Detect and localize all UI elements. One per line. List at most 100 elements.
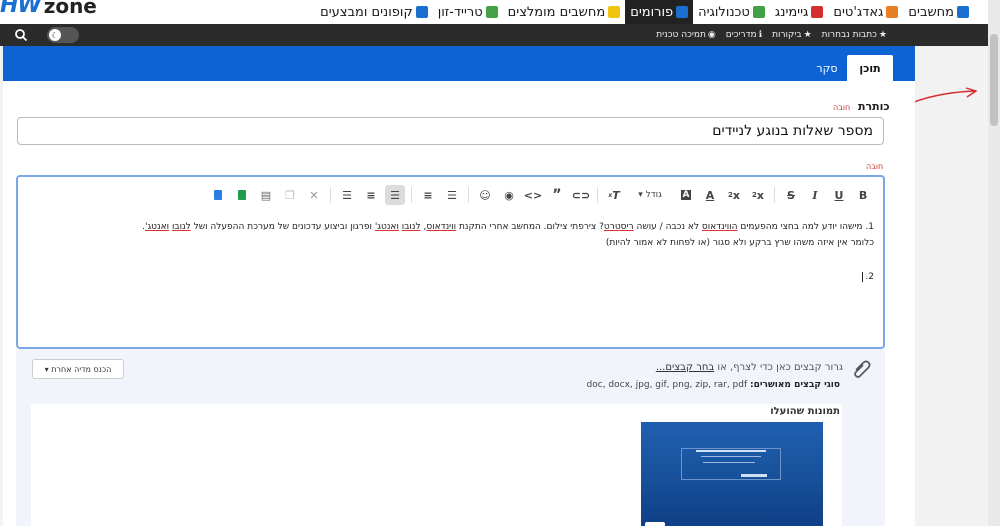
dark-mode-toggle[interactable]: ☾: [47, 27, 79, 43]
nav-item-label: טכנולוגיה: [698, 4, 750, 20]
misspelled-word: ווינדאוס: [426, 222, 457, 232]
bold-button[interactable]: B: [853, 185, 873, 205]
text-color-icon[interactable]: A: [700, 185, 720, 205]
nav-item-0[interactable]: מחשבים: [903, 0, 974, 24]
document-icon[interactable]: [208, 185, 228, 205]
copy-icon[interactable]: ❐: [280, 185, 300, 205]
cut-icon[interactable]: ✕: [304, 185, 324, 205]
subnav-item-2[interactable]: ℹ מדריכים: [721, 30, 767, 40]
text-segment: ופרגון וביצוע עדכונים של מערכת ההפעלה וש…: [190, 222, 375, 232]
misspelled-word: לנובו: [171, 222, 191, 232]
code-icon[interactable]: <>: [523, 185, 543, 205]
top-navigation: מחשבים גאדג'טים גיימינג טכנולוגיה פורומים מחש…: [0, 0, 988, 24]
superscript-button[interactable]: x2: [724, 185, 744, 205]
link-icon[interactable]: ⊂⊃: [571, 185, 591, 205]
text-segment: לא נכבה / עושה: [633, 222, 702, 232]
nav-item-1[interactable]: גאדג'טים: [828, 0, 903, 24]
bullet-list-icon[interactable]: ☰: [442, 185, 462, 205]
misspelled-word: ואנטג': [144, 222, 170, 232]
background-color-icon[interactable]: A: [676, 185, 696, 205]
editor-line-1: 1. מישהו יודע למה בחצי מהפעמים הווינדאוס…: [28, 219, 874, 235]
align-left-icon[interactable]: ☰: [337, 185, 357, 205]
red-arrow-annotation: [913, 87, 978, 103]
paste-icon[interactable]: ▤: [256, 185, 276, 205]
cart-icon: [485, 6, 498, 18]
thumbnail-button: [741, 474, 767, 477]
strikethrough-button[interactable]: S: [781, 185, 801, 205]
toolbar-separator: [774, 187, 775, 203]
editor-content[interactable]: 1. מישהו יודע למה בחצי מהפעמים הווינדאוס…: [28, 219, 874, 285]
nav-item-4[interactable]: פורומים: [625, 0, 694, 24]
insert-media-label: הכנס מדיה אחרת: [51, 364, 112, 374]
quote-icon[interactable]: ”: [547, 185, 567, 205]
gamepad-icon: [811, 6, 824, 18]
allowed-file-types: סוגי קבצים מאושרים: doc, docx, jpg, gif,…: [560, 380, 840, 390]
align-center-icon[interactable]: ≡: [361, 185, 381, 205]
subnav-glyph-icon: ★: [803, 30, 812, 40]
rich-text-editor[interactable]: B U I S x2 x2 A A גודל ▾ Tx ⊂⊃ ” <> ◉ ☺ …: [16, 175, 885, 349]
scrollbar-thumb[interactable]: [990, 34, 998, 126]
thumbnail-corner: [645, 522, 665, 526]
align-right-icon[interactable]: ☰: [385, 185, 405, 205]
subnav-item-1[interactable]: ★ ביקורות: [767, 30, 817, 40]
toolbar-separator: [411, 187, 412, 203]
nav-item-label: מחשבים: [908, 4, 954, 20]
title-label: כותרת: [858, 100, 890, 113]
paperclip-icon: [854, 360, 871, 378]
nav-item-5[interactable]: מחשבים מומלצים: [503, 0, 626, 24]
misspelled-word: ריסטרט: [603, 222, 634, 232]
subnav-item-3[interactable]: ◉ תמיכה טכנית: [651, 30, 721, 40]
nav-item-6[interactable]: טרייד-זון: [433, 0, 503, 24]
body-required-note: חובה: [866, 162, 884, 171]
toolbar-separator: [597, 187, 598, 203]
subnav-item-label: מדריכים: [725, 30, 757, 40]
tab-poll[interactable]: סקר: [809, 55, 845, 81]
thumbnail-line: [703, 462, 755, 463]
text-cursor: [862, 272, 864, 282]
subnav-item-label: כתבות נבחרות: [821, 30, 877, 40]
uploaded-image-thumbnail[interactable]: [641, 422, 823, 526]
page-scrollbar[interactable]: [988, 0, 1000, 526]
misspelled-word: הווינדאוס: [701, 222, 738, 232]
thumbnail-line: [701, 456, 761, 457]
spreadsheet-icon[interactable]: [232, 185, 252, 205]
allowed-label: סוגי קבצים מאושרים:: [750, 380, 840, 390]
nav-item-2[interactable]: גיימינג: [770, 0, 828, 24]
numbered-list-icon[interactable]: ≡: [418, 185, 438, 205]
tab-content[interactable]: תוכן: [847, 55, 893, 81]
nav-item-label: פורומים: [630, 4, 674, 20]
emoji-icon[interactable]: ☺: [475, 185, 495, 205]
misspelled-word: לנובו: [401, 222, 421, 232]
editor-tab-bar: תוכן סקר: [3, 46, 915, 81]
text-segment: 2.: [865, 272, 874, 282]
choose-files-link[interactable]: בחר קבצים...: [656, 362, 714, 373]
subnav-item-label: ביקורות: [772, 30, 802, 40]
nav-item-label: מחשבים מומלצים: [507, 4, 606, 20]
nav-item-7[interactable]: קופונים ומבצעים: [315, 0, 433, 24]
site-logo[interactable]: HW zone: [0, 0, 97, 24]
text-segment: 1. מישהו יודע למה בחצי מהפעמים: [737, 222, 874, 232]
people-icon: [676, 6, 689, 18]
laptop-icon: [957, 6, 969, 18]
editor-toolbar: B U I S x2 x2 A A גודל ▾ Tx ⊂⊃ ” <> ◉ ☺ …: [18, 177, 883, 213]
nav-item-label: טרייד-זון: [437, 4, 483, 20]
title-input[interactable]: [17, 117, 884, 145]
clear-formatting-icon[interactable]: Tx: [604, 185, 624, 205]
toolbar-separator: [330, 187, 331, 203]
subscript-button[interactable]: x2: [748, 185, 768, 205]
nav-item-3[interactable]: טכנולוגיה: [693, 0, 770, 24]
underline-button[interactable]: U: [829, 185, 849, 205]
italic-button[interactable]: I: [805, 185, 825, 205]
font-size-dropdown[interactable]: גודל ▾: [628, 185, 672, 205]
subnav-glyph-icon: ◉: [707, 30, 716, 40]
search-icon[interactable]: [14, 28, 28, 42]
insert-other-media-button[interactable]: הכנס מדיה אחרת ▾: [32, 359, 124, 379]
sub-navigation: ★ כתבות נבחרות ★ ביקורות ℹ מדריכים ◉ תמיכה טכני…: [0, 24, 988, 46]
subnav-glyph-icon: ★: [878, 30, 887, 40]
subnav-item-0[interactable]: ★ כתבות נבחרות: [817, 30, 892, 40]
spoiler-eye-icon[interactable]: ◉: [499, 185, 519, 205]
editor-line-2: 2.: [28, 269, 874, 285]
title-required-note: חובה: [833, 103, 851, 112]
misspelled-word: ואנטג': [374, 222, 399, 232]
phone-icon: [886, 6, 899, 18]
